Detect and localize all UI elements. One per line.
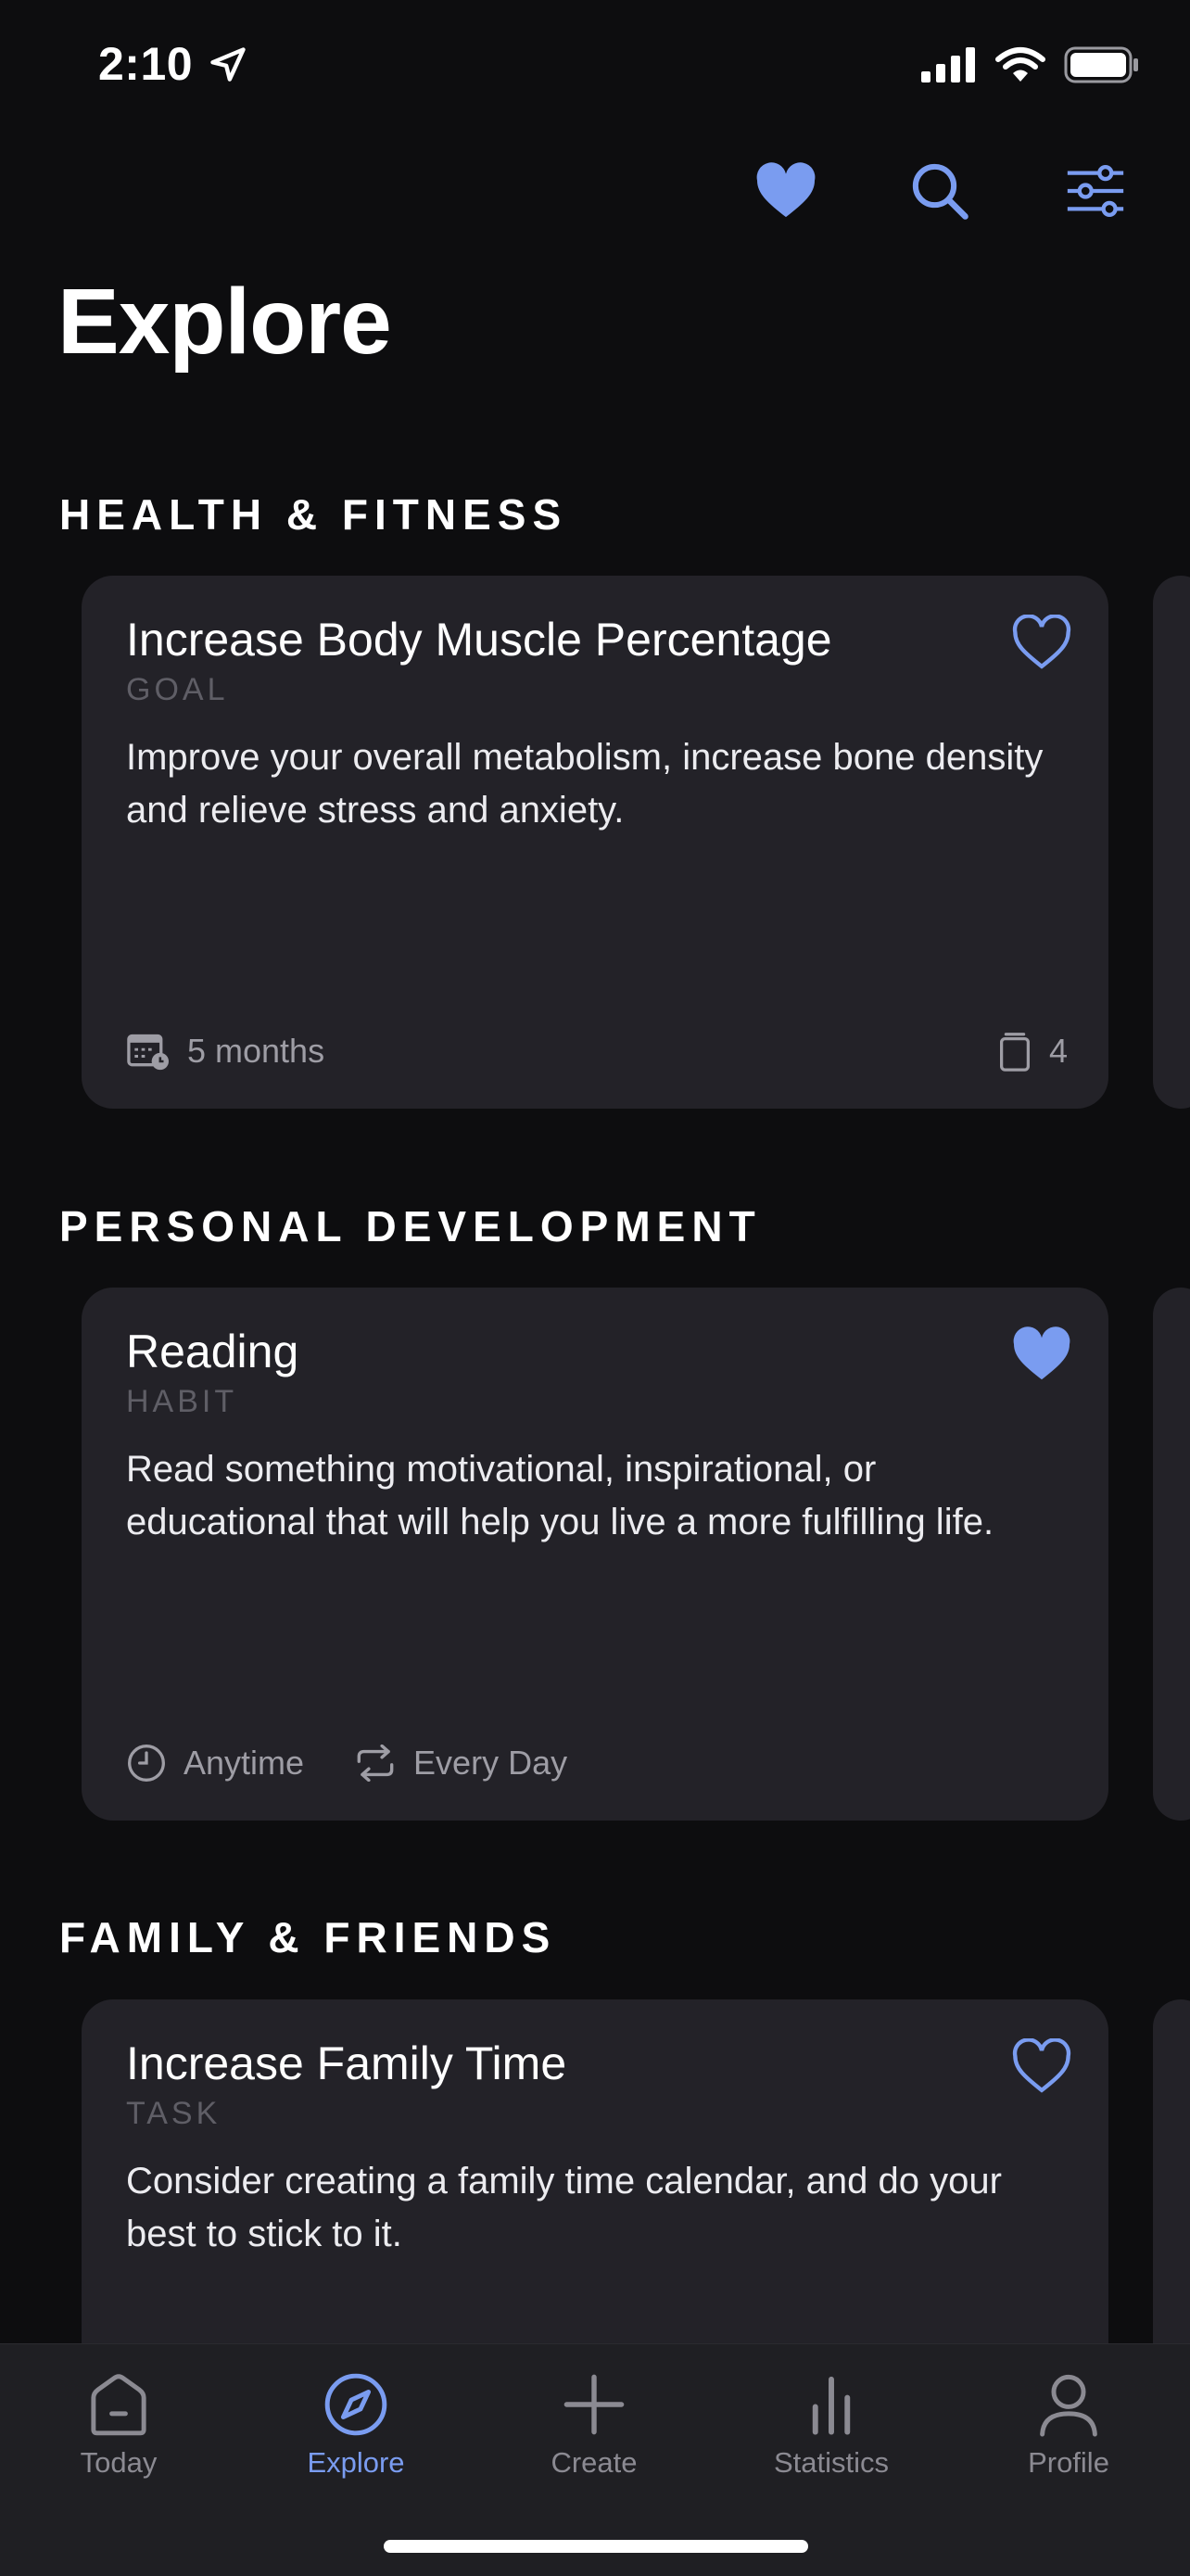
filter-sliders-icon[interactable] xyxy=(1062,158,1129,224)
location-arrow-icon xyxy=(208,44,248,85)
favorite-filled-heart-icon[interactable] xyxy=(1008,1321,1075,1388)
time-meta: Anytime xyxy=(126,1743,304,1783)
card-description: Improve your overall metabolism, increas… xyxy=(126,737,1044,831)
bar-chart-icon xyxy=(812,2376,851,2435)
calendar-clock-icon xyxy=(127,1034,169,1071)
card-increase-body-muscle[interactable]: Increase Body Muscle Percentage GOAL Imp… xyxy=(82,576,1108,1109)
section-title-health-fitness: HEALTH & FITNESS xyxy=(59,490,568,539)
status-time: 2:10 xyxy=(98,38,194,90)
compass-icon xyxy=(324,2373,387,2436)
card-description: Consider creating a family time calendar… xyxy=(126,2161,1002,2254)
tab-label: Profile xyxy=(1028,2446,1109,2479)
card-type-label: GOAL xyxy=(126,672,229,707)
card-footer: Anytime Every Day xyxy=(126,1735,1068,1791)
tab-label: Create xyxy=(551,2446,638,2479)
tab-today[interactable]: Today xyxy=(26,2370,211,2480)
next-card-peek[interactable] xyxy=(1153,576,1190,1109)
search-icon[interactable] xyxy=(906,158,973,224)
card-reading[interactable]: Reading HABIT Read something motivationa… xyxy=(82,1288,1108,1821)
status-indicators xyxy=(921,46,1140,83)
repeat-icon xyxy=(357,1745,394,1782)
card-type-label: HABIT xyxy=(126,1384,238,1419)
favorite-outline-heart-icon[interactable] xyxy=(1008,2033,1075,2100)
duration-text: 5 months xyxy=(187,1032,325,1070)
count-meta: 4 xyxy=(997,1030,1068,1072)
card-description: Read something motivational, inspiration… xyxy=(126,1449,994,1542)
next-card-peek[interactable] xyxy=(1153,1288,1190,1821)
section-title-personal-development: PERSONAL DEVELOPMENT xyxy=(59,1202,762,1250)
clock-icon xyxy=(128,1745,165,1782)
card-title: Increase Body Muscle Percentage xyxy=(126,614,832,666)
card-type-label: TASK xyxy=(126,2096,222,2131)
repeat-text: Every Day xyxy=(413,1744,568,1782)
card-title: Reading xyxy=(126,1326,299,1377)
time-text: Anytime xyxy=(184,1744,305,1782)
tab-statistics[interactable]: Statistics xyxy=(739,2370,924,2480)
person-icon xyxy=(1040,2374,1097,2437)
home-indicator[interactable] xyxy=(384,2540,808,2553)
count-text: 4 xyxy=(1048,1032,1068,1070)
wifi-icon xyxy=(995,47,1045,82)
card-title: Increase Family Time xyxy=(126,2037,567,2089)
stack-icon xyxy=(999,1033,1030,1072)
duration-meta: 5 months xyxy=(126,1031,324,1072)
favorites-heart-icon[interactable] xyxy=(753,158,819,224)
tab-explore[interactable]: Explore xyxy=(263,2370,449,2480)
tab-label: Today xyxy=(80,2446,158,2479)
card-footer: 5 months 4 xyxy=(126,1023,1068,1079)
home-icon xyxy=(91,2374,146,2436)
repeat-meta: Every Day xyxy=(354,1744,567,1783)
cellular-signal-icon xyxy=(921,47,975,82)
plus-icon xyxy=(563,2374,625,2435)
tab-profile[interactable]: Profile xyxy=(976,2370,1161,2480)
section-title-family-friends: FAMILY & FRIENDS xyxy=(59,1913,557,1961)
favorite-outline-heart-icon[interactable] xyxy=(1008,609,1075,676)
tab-create[interactable]: Create xyxy=(501,2370,687,2480)
battery-icon xyxy=(1064,46,1138,83)
tab-label: Statistics xyxy=(773,2446,890,2479)
page-title: Explore xyxy=(57,270,392,374)
tab-label: Explore xyxy=(307,2446,405,2479)
